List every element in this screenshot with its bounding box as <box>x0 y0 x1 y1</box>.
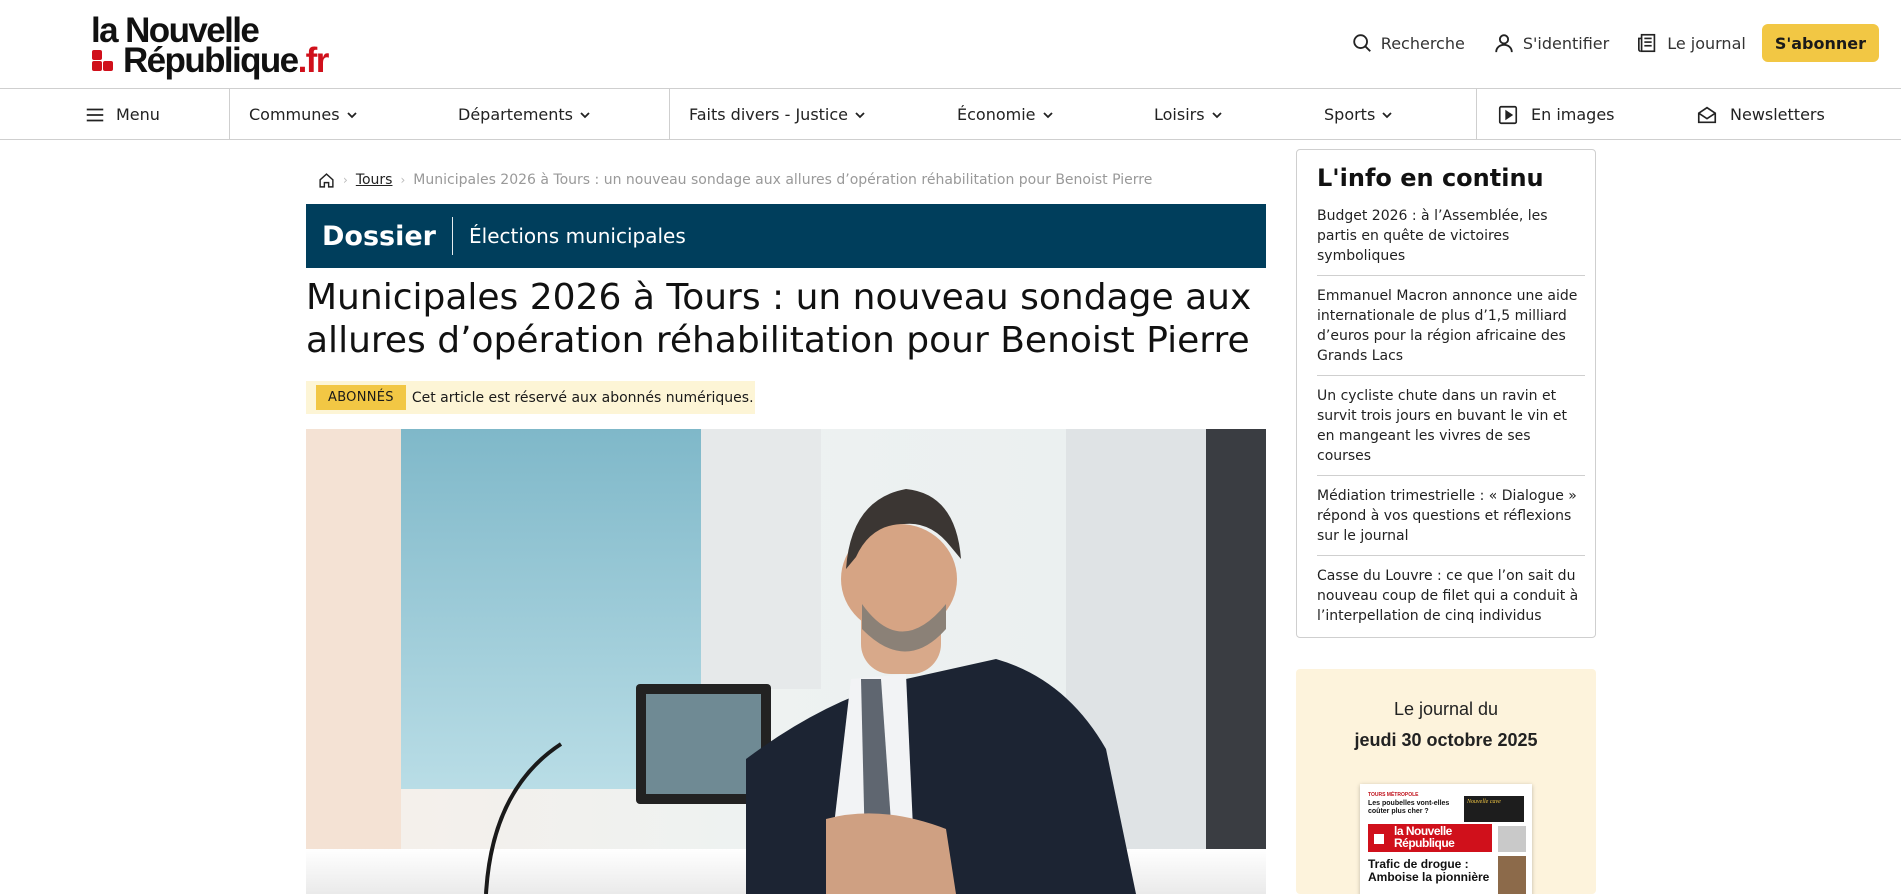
cover-headline: Trafic de drogue : Amboise la pionnière <box>1368 857 1490 884</box>
logo-republique: République <box>123 41 299 80</box>
nav-label: Économie <box>957 105 1036 124</box>
menu-button[interactable]: Menu <box>84 89 160 140</box>
chevron-down-icon <box>855 111 865 118</box>
menu-label: Menu <box>116 105 160 124</box>
feed-item[interactable]: Casse du Louvre : ce que l’on sait du no… <box>1317 566 1585 635</box>
cover-logo-mark-icon <box>1374 834 1384 844</box>
logo-tld: .fr <box>297 41 330 80</box>
hamburger-icon <box>86 108 104 121</box>
journal-cover[interactable]: TOURS MÉTROPOLE Les poubelles vont-elles… <box>1360 784 1532 894</box>
cover-ad-text: Nouvelle cave <box>1467 799 1501 805</box>
nav-label: Loisirs <box>1154 105 1205 124</box>
breadcrumb-current: Municipales 2026 à Tours : un nouveau so… <box>413 172 1153 188</box>
feed-item[interactable]: Un cycliste chute dans un ravin et survi… <box>1317 386 1585 476</box>
chevron-down-icon <box>580 111 590 118</box>
header-actions: Recherche S'identifier Le journal S'abon… <box>1323 24 1879 62</box>
feed-item[interactable]: Médiation trimestrielle : « Dialogue » r… <box>1317 486 1585 556</box>
journal-button[interactable]: Le journal <box>1637 32 1746 54</box>
nav-item-communes[interactable]: Communes <box>249 89 358 140</box>
nav-label: Sports <box>1324 105 1376 124</box>
search-label: Recherche <box>1380 33 1465 53</box>
breadcrumb-tours-link[interactable]: Tours <box>356 172 393 188</box>
chevron-down-icon <box>346 111 357 118</box>
cover-ad: Nouvelle cave <box>1464 796 1524 822</box>
chevron-down-icon <box>1382 111 1392 118</box>
play-square-icon <box>1498 105 1518 124</box>
cover-side-block <box>1498 826 1526 852</box>
site-header: la Nouvelle République.fr Recherche S'id… <box>0 0 1901 89</box>
article-photo-illustration <box>306 429 1266 894</box>
cover-kicker: TOURS MÉTROPOLE <box>1368 792 1419 798</box>
breadcrumb-separator-icon: › <box>400 173 406 187</box>
site-logo[interactable]: la Nouvelle République.fr <box>91 13 330 80</box>
subscribe-button[interactable]: S'abonner <box>1761 24 1879 62</box>
journal-label: Le journal <box>1667 33 1746 53</box>
newsletters-label: Newsletters <box>1730 105 1825 124</box>
feed-title: L'info en continu <box>1317 164 1544 192</box>
nav-label: Faits divers - Justice <box>689 105 849 124</box>
nav-item-loisirs[interactable]: Loisirs <box>1154 89 1223 140</box>
envelope-icon <box>1697 106 1717 123</box>
home-icon[interactable] <box>318 172 335 189</box>
nav-label: Communes <box>249 105 340 124</box>
nav-divider <box>669 89 670 140</box>
logo-mark-icon <box>92 50 114 72</box>
cover-logo: la Nouvelle République <box>1368 824 1492 852</box>
cover-logo-text: la Nouvelle République <box>1394 824 1455 850</box>
article-title: Municipales 2026 à Tours : un nouveau so… <box>306 277 1252 361</box>
search-button[interactable]: Recherche <box>1351 32 1465 54</box>
nav-item-newsletters[interactable]: Newsletters <box>1696 89 1825 140</box>
login-label: S'identifier <box>1522 33 1610 53</box>
nav-item-en-images[interactable]: En images <box>1497 89 1615 140</box>
premium-notice: ABONNÉS Cet article est réservé aux abon… <box>306 381 755 414</box>
feed-item[interactable]: Budget 2026 : à l’Assemblée, les partis … <box>1317 206 1585 276</box>
article-photo <box>306 429 1266 894</box>
breadcrumb-separator-icon: › <box>343 173 348 187</box>
journal-heading: Le journal du <box>1393 699 1499 719</box>
dossier-topic: Élections municipales <box>469 224 686 248</box>
chevron-down-icon <box>1211 111 1222 118</box>
nav-item-departements[interactable]: Départements <box>458 89 591 140</box>
dossier-divider <box>452 217 453 255</box>
dossier-label: Dossier <box>322 220 436 252</box>
cover-question: Les poubelles vont-elles coûter plus che… <box>1368 800 1450 815</box>
nav-divider <box>229 89 230 140</box>
cover-photo <box>1498 856 1526 894</box>
logo-line2: République.fr <box>123 41 330 80</box>
breadcrumb: › Tours › Municipales 2026 à Tours : un … <box>318 170 1152 190</box>
main-nav: Menu Communes Départements Faits divers … <box>0 89 1901 140</box>
journal-du-jour[interactable]: Le journal du jeudi 30 octobre 2025 TOUR… <box>1296 669 1596 894</box>
nav-item-economie[interactable]: Économie <box>957 89 1054 140</box>
search-icon <box>1353 34 1371 52</box>
chevron-down-icon <box>1042 111 1053 118</box>
en-images-label: En images <box>1531 105 1615 124</box>
nav-item-sports[interactable]: Sports <box>1324 89 1393 140</box>
feed-item[interactable]: Emmanuel Macron annonce une aide interna… <box>1317 286 1585 376</box>
login-button[interactable]: S'identifier <box>1493 32 1609 54</box>
info-en-continu: L'info en continu Budget 2026 : à l’Asse… <box>1296 149 1596 638</box>
dossier-band[interactable]: Dossier Élections municipales <box>306 204 1266 268</box>
user-icon <box>1495 34 1513 53</box>
premium-badge: ABONNÉS <box>316 385 406 410</box>
premium-text: Cet article est réservé aux abonnés numé… <box>411 389 754 406</box>
newspaper-icon <box>1638 33 1656 53</box>
nav-divider <box>1476 89 1477 140</box>
journal-date: jeudi 30 octobre 2025 <box>1354 730 1538 750</box>
nav-item-faits-divers[interactable]: Faits divers - Justice <box>689 89 866 140</box>
nav-label: Départements <box>458 105 573 124</box>
